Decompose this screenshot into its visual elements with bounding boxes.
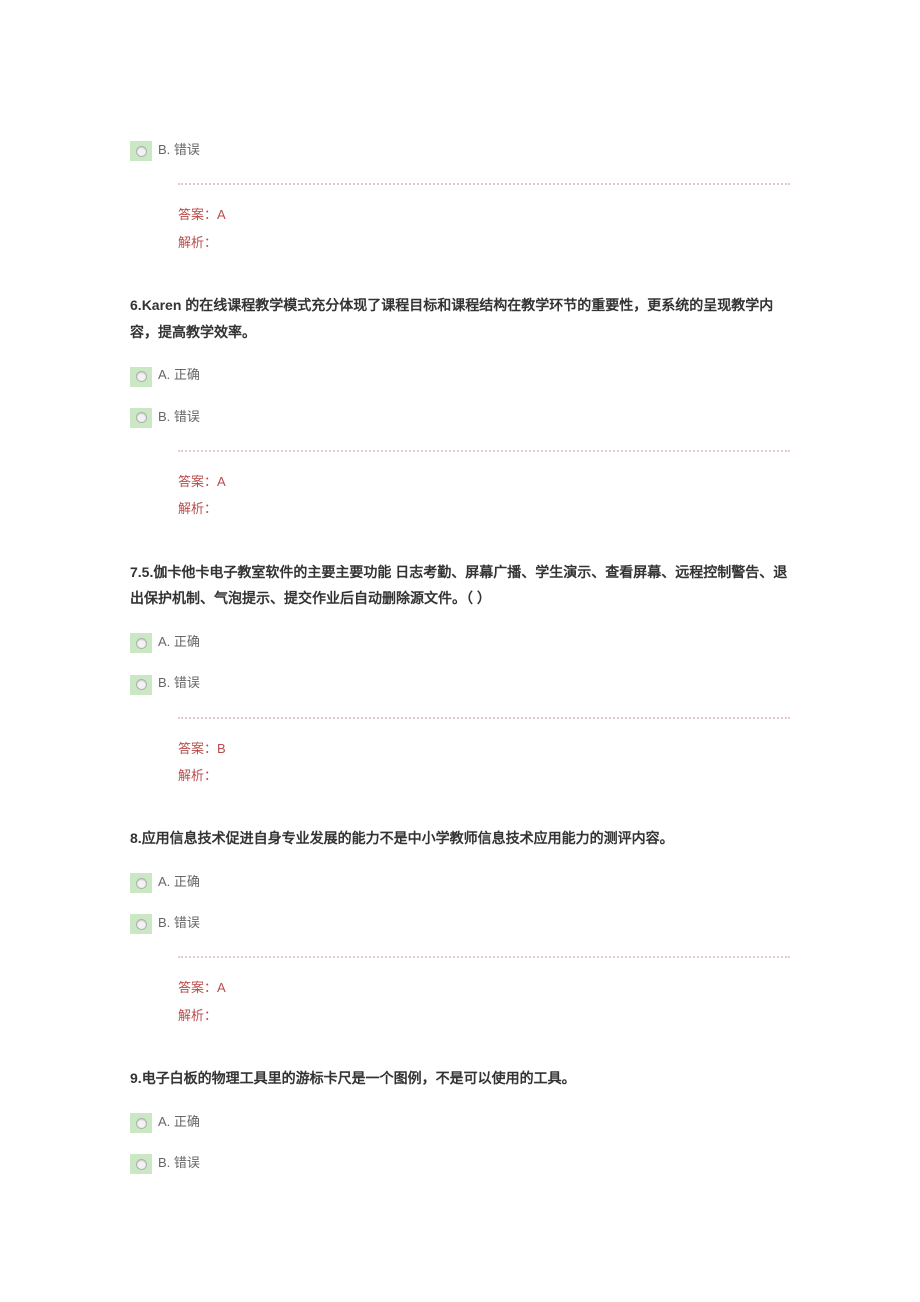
question-body: 应用信息技术促进自身专业发展的能力不是中小学教师信息技术应用能力的测评内容。 [142,830,674,846]
answer-line: 答案：B [178,735,790,762]
radio-icon [130,408,152,428]
q9-text: 9.电子白板的物理工具里的游标卡尺是一个图例，不是可以使用的工具。 [130,1065,790,1092]
q6-option-b[interactable]: B. 错误 [130,405,790,428]
radio-icon [130,367,152,387]
q8-text: 8.应用信息技术促进自身专业发展的能力不是中小学教师信息技术应用能力的测评内容。 [130,825,790,852]
q6-option-a[interactable]: A. 正确 [130,363,790,386]
question-body: 伽卡他卡电子教室软件的主要主要功能 日志考勤、屏幕广播、学生演示、查看屏幕、远程… [130,564,787,607]
q6-answer-block: 答案：A 解析： [178,452,790,529]
radio-icon [130,1154,152,1174]
option-label: A. 正确 [154,1110,200,1133]
q7-option-a[interactable]: A. 正确 [130,630,790,653]
analysis-line: 解析： [178,762,790,789]
option-label: A. 正确 [154,363,200,386]
q7-answer-block: 答案：B 解析： [178,719,790,796]
radio-icon [130,675,152,695]
answer-line: 答案：A [178,974,790,1001]
q8-answer-block: 答案：A 解析： [178,958,790,1035]
option-label: A. 正确 [154,870,200,893]
q9-option-a[interactable]: A. 正确 [130,1110,790,1133]
analysis-line: 解析： [178,1002,790,1029]
q5-answer-block: 答案：A 解析： [178,185,790,262]
radio-icon [130,1113,152,1133]
radio-icon [130,873,152,893]
option-label: B. 错误 [154,1151,200,1174]
answer-line: 答案：A [178,468,790,495]
radio-icon [130,914,152,934]
option-label: B. 错误 [154,911,200,934]
question-number: 8. [130,830,142,846]
question-body: 电子白板的物理工具里的游标卡尺是一个图例，不是可以使用的工具。 [142,1070,576,1086]
q8-option-a[interactable]: A. 正确 [130,870,790,893]
radio-icon [130,141,152,161]
q8-option-b[interactable]: B. 错误 [130,911,790,934]
analysis-line: 解析： [178,495,790,522]
answer-line: 答案：A [178,201,790,228]
q9-option-b[interactable]: B. 错误 [130,1151,790,1174]
q5-option-b[interactable]: B. 错误 [130,138,790,161]
question-body: 的在线课程教学模式充分体现了课程目标和课程结构在教学环节的重要性，更系统的呈现教… [130,297,773,340]
option-label: B. 错误 [154,671,200,694]
option-label: B. 错误 [154,405,200,428]
q7-text: 7.5.伽卡他卡电子教室软件的主要主要功能 日志考勤、屏幕广播、学生演示、查看屏… [130,559,790,612]
question-number: 9. [130,1070,142,1086]
question-number: 7.5. [130,564,153,580]
option-label: A. 正确 [154,630,200,653]
analysis-line: 解析： [178,229,790,256]
q6-text: 6.Karen 的在线课程教学模式充分体现了课程目标和课程结构在教学环节的重要性… [130,292,790,345]
radio-icon [130,633,152,653]
question-number: 6. [130,297,142,313]
question-strong: Karen [142,297,182,313]
option-label: B. 错误 [154,138,200,161]
q7-option-b[interactable]: B. 错误 [130,671,790,694]
